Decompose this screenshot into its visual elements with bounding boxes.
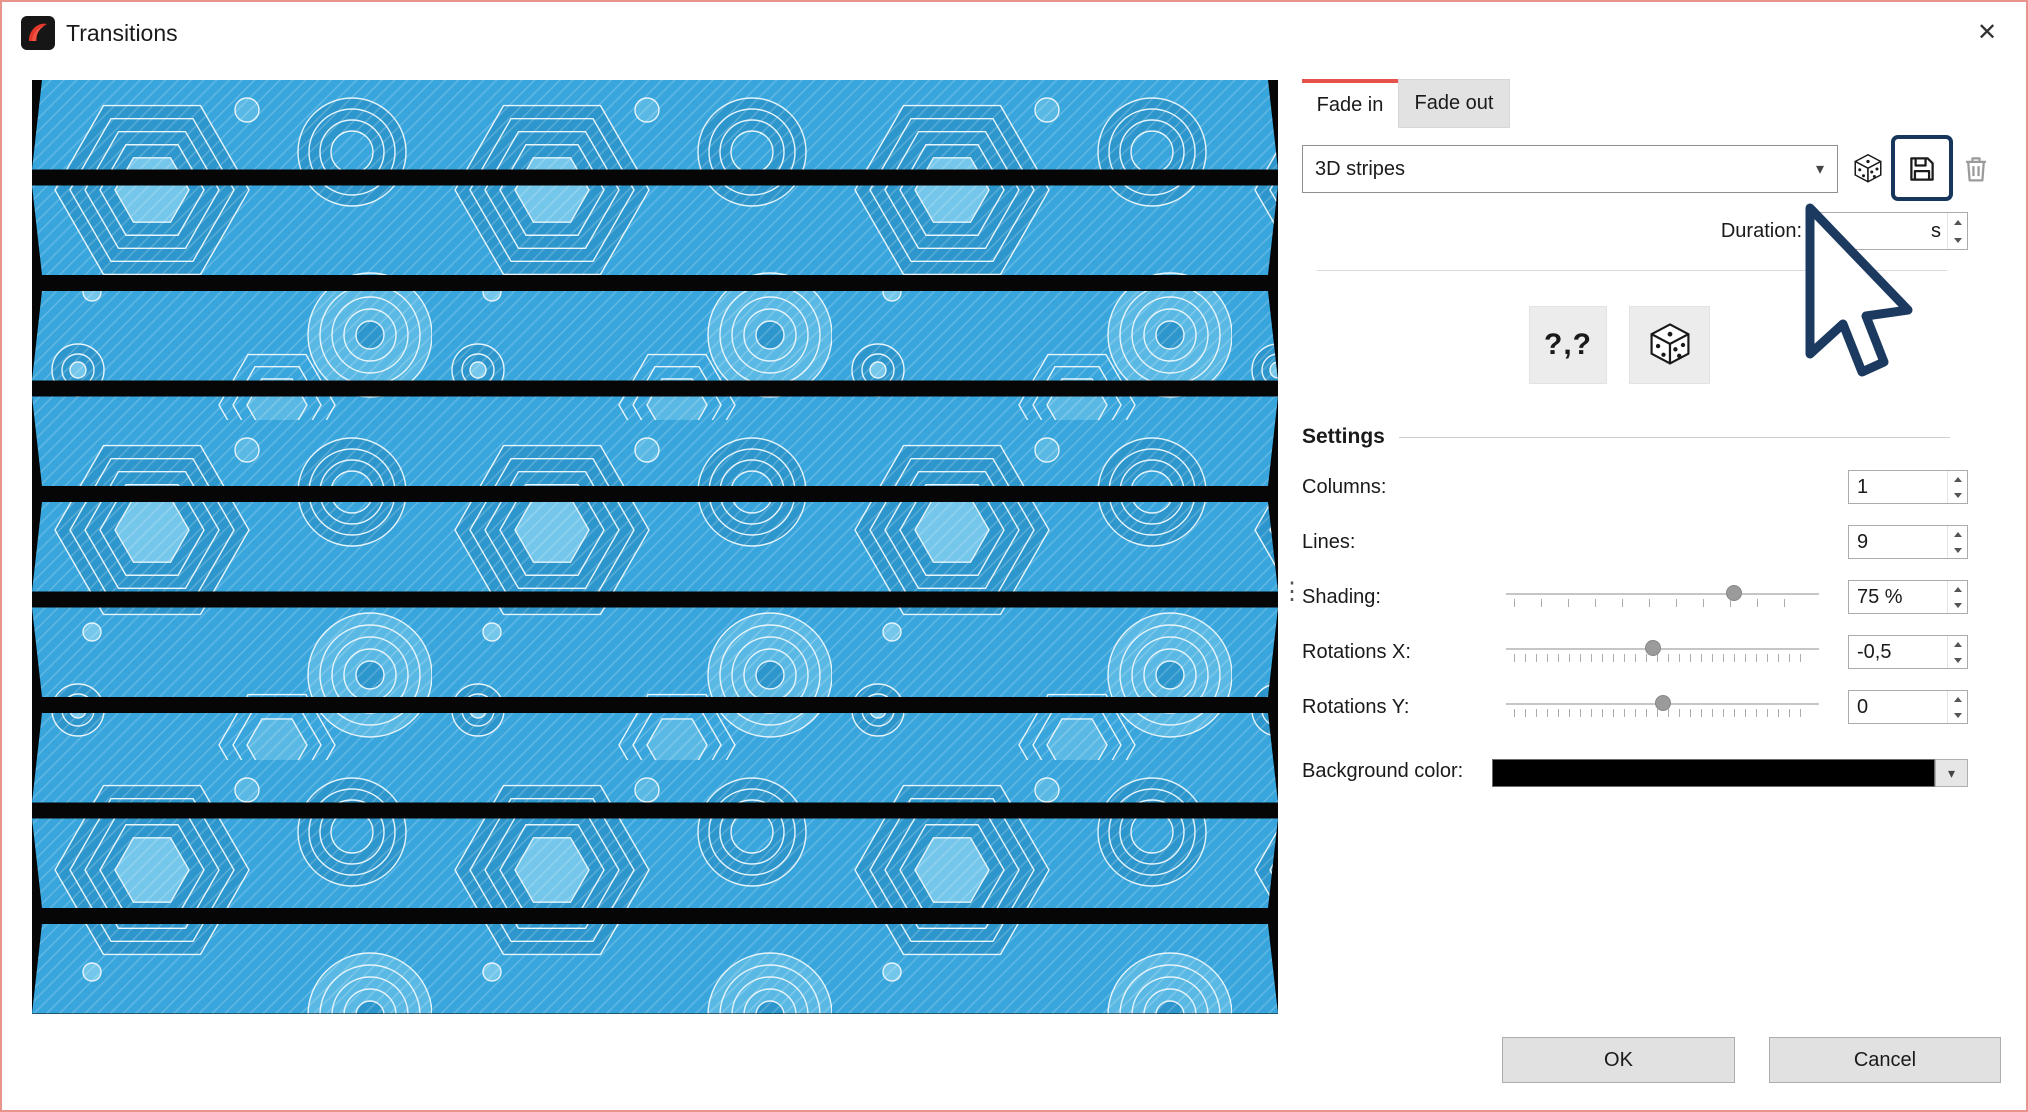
dice-preview-button[interactable] — [1629, 306, 1710, 384]
columns-spinner[interactable] — [1947, 471, 1967, 503]
save-transition-button[interactable] — [1898, 143, 1946, 195]
close-icon[interactable]: ✕ — [1964, 11, 2010, 55]
transition-select-value: 3D stripes — [1303, 158, 1803, 181]
slider-track — [1506, 593, 1819, 595]
ok-button[interactable]: OK — [1502, 1037, 1735, 1083]
duration-spinner[interactable] — [1947, 213, 1967, 249]
transition-select[interactable]: 3D stripes ▾ — [1302, 145, 1838, 193]
lines-input[interactable]: 9 — [1848, 525, 1968, 559]
dice-icon — [1644, 319, 1696, 371]
preview-3d-button[interactable] — [1844, 143, 1892, 195]
slider-ticks — [1514, 599, 1811, 607]
lines-value: 9 — [1849, 526, 1947, 558]
columns-value: 1 — [1849, 471, 1947, 503]
slider-ticks — [1514, 654, 1811, 662]
slider-track — [1506, 648, 1819, 650]
rotations-y-value: 0 — [1849, 691, 1947, 723]
shading-value: 75 % — [1849, 581, 1947, 613]
cancel-button[interactable]: Cancel — [1769, 1037, 2001, 1083]
tab-fade-in[interactable]: Fade in — [1302, 79, 1398, 128]
chevron-down-icon: ▾ — [1803, 159, 1837, 179]
cube-3d-icon — [1850, 151, 1886, 187]
trash-icon — [1959, 152, 1993, 186]
rotations-y-slider-thumb[interactable] — [1655, 695, 1671, 711]
duration-unit: s — [1931, 213, 1947, 249]
settings-section: Settings — [1302, 423, 1950, 451]
rotations-x-spinner[interactable] — [1947, 636, 1967, 668]
settings-heading: Settings — [1302, 425, 1385, 449]
save-icon — [1905, 152, 1939, 186]
lines-label: Lines: — [1302, 525, 1552, 559]
transitions-dialog: Transitions ✕ — [0, 0, 2028, 1112]
delete-transition-button[interactable] — [1952, 143, 2000, 195]
settings-heading-line — [1399, 437, 1950, 438]
shading-input[interactable]: 75 % — [1848, 580, 1968, 614]
panel-splitter-handle[interactable]: ⋮ — [1280, 562, 1296, 622]
duration-label: Duration: — [1622, 212, 1802, 250]
background-color-swatch[interactable] — [1492, 759, 1935, 787]
chevron-down-icon: ▾ — [1948, 765, 1955, 781]
rotations-y-input[interactable]: 0 — [1848, 690, 1968, 724]
random-transition-button[interactable]: ?,? — [1529, 306, 1607, 384]
duration-input[interactable]: 2 s — [1812, 212, 1968, 250]
duration-value: 2 — [1813, 213, 1931, 249]
tab-fade-out[interactable]: Fade out — [1398, 79, 1510, 128]
background-color-dropdown[interactable]: ▾ — [1935, 759, 1968, 787]
shading-slider[interactable] — [1506, 580, 1819, 614]
rotations-x-slider[interactable] — [1506, 635, 1819, 669]
rotations-y-slider[interactable] — [1506, 690, 1819, 724]
rotations-x-slider-thumb[interactable] — [1645, 640, 1661, 656]
rotations-y-spinner[interactable] — [1947, 691, 1967, 723]
rotations-x-value: -0,5 — [1849, 636, 1947, 668]
columns-input[interactable]: 1 — [1848, 470, 1968, 504]
separator-line — [1317, 270, 1947, 271]
lines-spinner[interactable] — [1947, 526, 1967, 558]
shading-spinner[interactable] — [1947, 581, 1967, 613]
transition-preview — [32, 80, 1278, 1014]
title-bar: Transitions ✕ — [2, 2, 2026, 64]
columns-label: Columns: — [1302, 470, 1552, 504]
app-logo-icon — [20, 15, 56, 51]
window-title: Transitions — [66, 2, 178, 64]
rotations-x-input[interactable]: -0,5 — [1848, 635, 1968, 669]
